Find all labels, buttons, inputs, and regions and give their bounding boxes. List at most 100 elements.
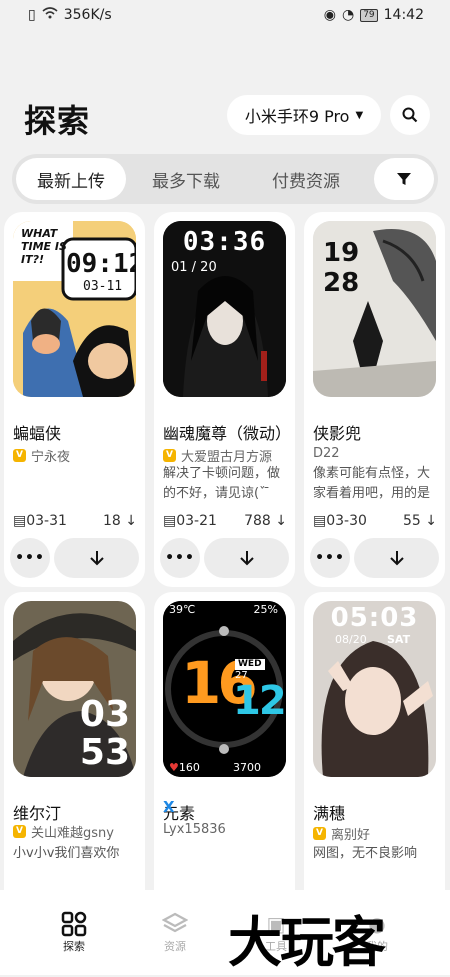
card-title: 维尔汀 (13, 804, 62, 823)
device-selector[interactable]: 小米手环9 Pro ▼ (227, 95, 381, 135)
watchface-card[interactable]: 03 53 维尔汀 V 关山难越gsny 小v小v我们喜欢你 (4, 592, 145, 912)
download-button[interactable] (354, 538, 439, 578)
card-author: V 大爱盟古月方源 (163, 446, 272, 465)
sim-alert-icon: ▯ (28, 7, 36, 23)
card-author: V 宁永夜 (13, 446, 70, 465)
watchface-preview: 03:36 01 / 20 (163, 221, 286, 397)
more-button[interactable]: ••• (160, 538, 200, 578)
download-arrow-icon: ↓ (420, 513, 437, 529)
card-title: 蝙蝠侠 (13, 424, 62, 443)
nav-label: 探索 (63, 940, 85, 953)
download-icon (389, 551, 404, 566)
verified-badge-icon: V (13, 825, 26, 838)
search-icon (402, 107, 418, 123)
face-time: 09:12 (66, 249, 136, 279)
chevron-down-icon: ▼ (355, 109, 364, 121)
grid-icon (61, 911, 87, 937)
status-bar: ▯ 356K/s ◉ ◔ 79 14:42 (0, 0, 450, 32)
watchface-card[interactable]: 03:36 01 / 20 幽魂魔尊（微动） V 大爱盟古月方源 解决了卡顿问题，… (154, 212, 295, 587)
clock: 14:42 (383, 7, 424, 23)
device-name: 小米手环9 Pro (244, 107, 350, 126)
filter-icon (397, 173, 411, 185)
more-button[interactable]: ••• (310, 538, 350, 578)
calendar-icon: ▤ (313, 513, 327, 529)
download-button[interactable] (204, 538, 289, 578)
nav-label: 资源 (164, 940, 186, 953)
face-time: 03:36 (182, 227, 267, 257)
face-date: 08/20 (335, 633, 367, 646)
face-battery: 25% (253, 603, 278, 616)
download-button[interactable] (54, 538, 139, 578)
card-description: 像素可能有点怪，大家看着用吧，用的是 (313, 466, 431, 501)
download-count: 788 ↓ (244, 513, 287, 529)
download-count: 55 ↓ (402, 513, 437, 529)
card-meta: ▤03-31 18 ↓ (13, 513, 137, 529)
nav-resources[interactable]: 资源 (145, 910, 205, 954)
face-heart-rate: ♥160 (169, 761, 200, 774)
data-saver-icon: ◔ (341, 7, 355, 23)
face-calories: 3700 (233, 761, 261, 774)
watchface-card[interactable]: 05:03 08/20 SAT 满穗 V 离别好 网图，无不良影响 (304, 592, 445, 912)
upload-date: ▤03-30 (313, 513, 367, 529)
watchface-preview: 39℃ 25% 16 WED 27 12 ♥160 3700 (163, 601, 286, 777)
page-title: 探索 (24, 102, 91, 140)
filter-button[interactable] (374, 158, 434, 200)
card-description: 小v小v我们喜欢你 (13, 846, 120, 861)
verified-badge-icon: V (163, 449, 176, 462)
layers-icon (162, 912, 188, 933)
nav-explore[interactable]: 探索 (44, 910, 104, 954)
card-author: V 离别好 (313, 824, 370, 843)
card-description: 解决了卡顿问题，做的不好，请见谅(ˇ ̄ (163, 466, 281, 501)
card-author: Lyx15836 (163, 822, 226, 837)
watermark-logo: 大玩客 (228, 910, 386, 974)
face-minute: 28 (323, 268, 360, 298)
tab-most-downloaded[interactable]: 最多下载 (126, 158, 246, 200)
calendar-icon: ▤ (13, 513, 27, 529)
download-icon (239, 551, 254, 566)
face-hour: 19 (323, 238, 360, 268)
watchface-preview: 05:03 08/20 SAT (313, 601, 436, 777)
download-count: 18 ↓ (102, 513, 137, 529)
watchface-card[interactable]: 39℃ 25% 16 WED 27 12 ♥160 3700 元素 Lyx158… (154, 592, 295, 912)
verified-badge-icon: V (313, 827, 326, 840)
watchface-preview: 19 28 (313, 221, 436, 397)
card-meta: ▤03-21 788 ↓ (163, 513, 287, 529)
heart-icon: ♥ (169, 761, 179, 774)
battery-indicator: 79 (360, 8, 378, 22)
watchface-card[interactable]: WHAT TIME IS IT?! 09:12 03-11 蝙蝠侠 V 宁永夜 ▤… (4, 212, 145, 587)
author-name: 关山难越gsny (31, 826, 114, 841)
upload-date: ▤03-31 (13, 513, 67, 529)
card-title: 满穗 (313, 804, 346, 823)
author-name: 大爱盟古月方源 (181, 450, 273, 465)
face-weekday: WED (235, 659, 265, 670)
face-minute: 53 (79, 732, 130, 773)
author-name: 离别好 (331, 828, 371, 843)
watchface-card[interactable]: 19 28 侠影兜 D22 像素可能有点怪，大家看着用吧，用的是 ▤03-30 … (304, 212, 445, 587)
watchface-preview: WHAT TIME IS IT?! 09:12 03-11 (13, 221, 136, 397)
card-author: D22 (313, 446, 340, 461)
face-weekday: SAT (387, 633, 411, 646)
face-date: 03-11 (83, 279, 123, 294)
more-button[interactable]: ••• (10, 538, 50, 578)
watchface-preview: 03 53 (13, 601, 136, 777)
download-arrow-icon: ↓ (270, 513, 287, 529)
face-minute: 12 (233, 678, 286, 724)
search-button[interactable] (390, 95, 430, 135)
card-meta: ▤03-30 55 ↓ (313, 513, 437, 529)
author-name: 宁永夜 (31, 450, 71, 465)
face-temperature: 39℃ (169, 603, 196, 616)
eye-icon: ◉ (323, 7, 336, 23)
wifi-icon (42, 7, 58, 23)
face-hour: 03 (79, 694, 130, 735)
upload-date: ▤03-21 (163, 513, 217, 529)
calendar-icon: ▤ (163, 513, 177, 529)
card-author: V 关山难越gsny (13, 822, 114, 841)
face-date: 01 / 20 (171, 260, 217, 275)
card-description: 网图，无不良影响 (313, 846, 418, 861)
network-speed: 356K/s (63, 7, 112, 23)
card-title: 幽魂魔尊（微动） (163, 424, 292, 443)
tab-paid[interactable]: 付费资源 (246, 158, 366, 200)
tab-latest[interactable]: 最新上传 (16, 158, 126, 200)
download-arrow-icon: ↓ (120, 513, 137, 529)
face-caption: WHAT TIME IS IT?! (21, 227, 67, 266)
